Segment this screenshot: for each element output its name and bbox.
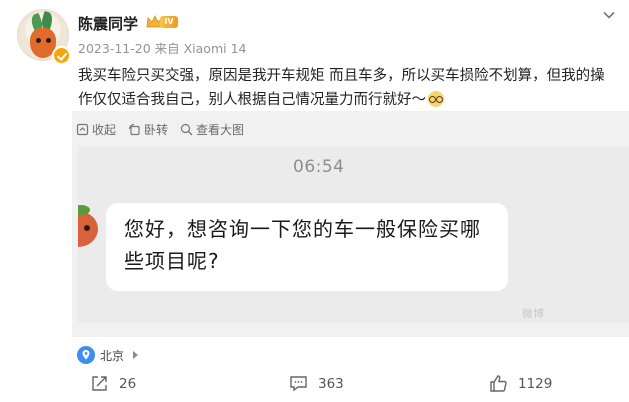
rotate-icon xyxy=(128,123,140,136)
image-toolbar: 收起 卧转 查看大图 xyxy=(76,121,244,138)
location-arrow-icon xyxy=(133,351,139,359)
post-text: 我买车险只买交强，原因是我开车规矩 而且车多，所以买车损险不划算，但我的操作仅仅… xyxy=(78,64,618,112)
chat-message-bubble: 您好，想咨询一下您的车一般保险买哪些项目呢? xyxy=(106,203,508,291)
location-tag[interactable]: 北京 xyxy=(77,344,139,366)
repost-button[interactable]: 26 xyxy=(90,374,136,393)
magnifier-icon xyxy=(180,123,193,136)
collapse-image-button[interactable]: 收起 xyxy=(76,121,116,138)
post-body: 我买车险只买交强，原因是我开车规矩 而且车多，所以买车损险不划算，但我的操作仅仅… xyxy=(78,68,605,108)
author-name[interactable]: 陈震同学 xyxy=(78,13,138,34)
location-pin-icon xyxy=(77,346,95,364)
post-meta: 2023-11-20 来自 Xiaomi 14 xyxy=(78,38,247,57)
comment-icon xyxy=(290,376,307,392)
post-date: 2023-11-20 xyxy=(78,41,151,56)
post-source: 来自 Xiaomi 14 xyxy=(154,41,247,56)
chevron-down-icon[interactable] xyxy=(602,8,616,22)
verified-badge-icon xyxy=(52,46,71,65)
comment-button[interactable]: 363 xyxy=(289,374,344,393)
like-button[interactable]: 1129 xyxy=(489,374,552,393)
level-badge: IV xyxy=(160,16,178,28)
thumbs-up-icon xyxy=(490,375,507,392)
chat-avatar xyxy=(78,203,100,253)
view-large-image-button[interactable]: 查看大图 xyxy=(180,121,244,138)
collapse-icon xyxy=(76,123,89,136)
post-actions: 26 363 1129 xyxy=(0,374,629,400)
chat-time: 06:54 xyxy=(293,157,345,177)
rotate-image-button[interactable]: 卧转 xyxy=(128,121,168,138)
glasses-emoji-icon xyxy=(428,91,444,107)
repost-icon xyxy=(92,376,107,391)
location-name: 北京 xyxy=(100,348,125,363)
image-watermark: 微博 xyxy=(522,308,545,320)
